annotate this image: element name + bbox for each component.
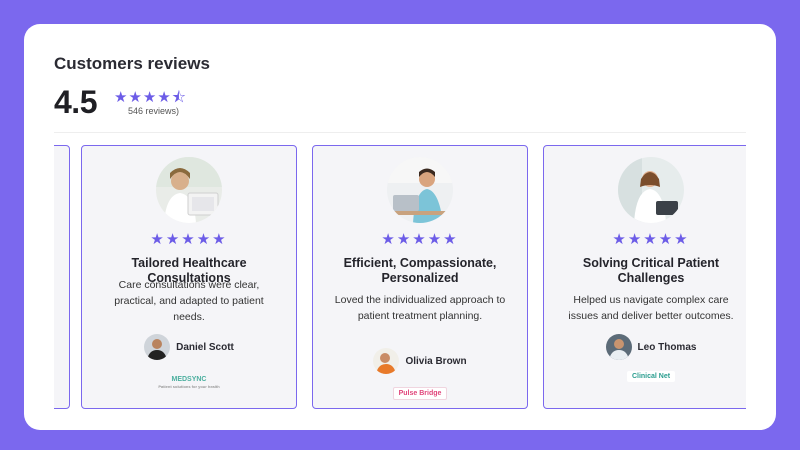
review-card[interactable]: ★★★★★ Tailored Healthcare Consultations … — [81, 145, 297, 409]
review-count: 546 reviews) — [128, 106, 180, 116]
reviewer: Olivia Brown — [313, 348, 527, 374]
company-logo: Clinical Net — [544, 371, 746, 382]
review-image — [156, 157, 222, 223]
review-carousel[interactable]: ★★★★★ Tailored Healthcare Consultations … — [54, 145, 746, 409]
company-logo: Pulse Bridge — [313, 387, 527, 400]
review-image — [618, 157, 684, 223]
reviewer: Daniel Scott — [82, 334, 296, 360]
reviewer-name: Olivia Brown — [405, 355, 467, 367]
review-card[interactable]: ★★★★★ Solving Critical Patient Challenge… — [543, 145, 746, 409]
review-card[interactable]: ★★★★★ Efficient, Compassionate, Personal… — [312, 145, 528, 409]
reviews-panel: Customers reviews 4.5 ★★★★⯪ 546 reviews)… — [24, 24, 776, 430]
card-stars: ★★★★★ — [612, 231, 690, 248]
avatar — [373, 348, 400, 374]
card-stars: ★★★★★ — [150, 231, 228, 248]
average-rating: 4.5 — [54, 84, 97, 120]
review-title: Efficient, Compassionate, Personalized — [343, 256, 497, 285]
card-stars: ★★★★★ — [381, 231, 459, 248]
reviewer: Leo Thomas — [544, 334, 746, 360]
section-title: Customers reviews — [54, 54, 210, 73]
review-text: Loved the individualized approach to pat… — [334, 294, 506, 322]
review-image — [387, 157, 453, 223]
review-card-previous[interactable] — [54, 145, 70, 409]
company-logo: MEDSYNC Patient solutions for your healt… — [158, 376, 220, 389]
reviewer-name: Daniel Scott — [176, 341, 234, 353]
review-text: Care consultations were clear, practical… — [114, 279, 264, 323]
divider — [54, 132, 746, 133]
review-text: Helped us navigate complex care issues a… — [568, 294, 734, 322]
avatar — [605, 334, 632, 360]
review-title: Solving Critical Patient Challenges — [582, 256, 720, 285]
avatar — [144, 334, 171, 360]
reviewer-name: Leo Thomas — [637, 341, 697, 353]
